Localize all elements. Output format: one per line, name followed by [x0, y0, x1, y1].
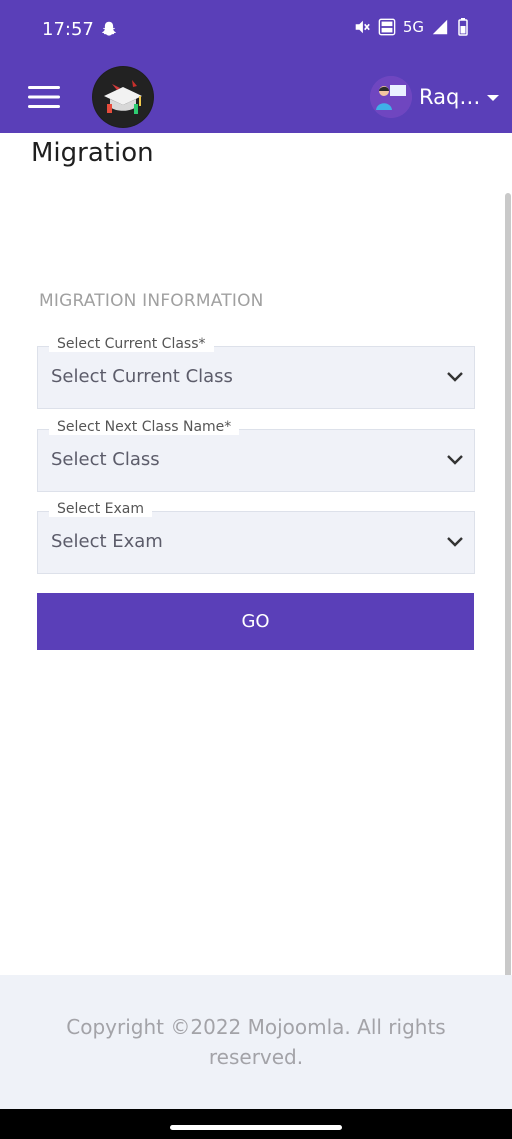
status-time: 17:57: [42, 19, 94, 40]
page-title: Migration: [31, 138, 154, 168]
home-indicator[interactable]: [170, 1125, 342, 1130]
current-class-select[interactable]: Select Current Class* Select Current Cla…: [37, 336, 475, 409]
status-icons: 5G: [353, 18, 468, 36]
field-value: Select Current Class: [51, 366, 233, 387]
chevron-down-icon: [447, 372, 463, 382]
app-header: 17:57 5G Raq…: [0, 0, 512, 133]
user-name[interactable]: Raq…: [419, 85, 480, 109]
app-logo[interactable]: [92, 66, 154, 128]
menu-icon[interactable]: [28, 85, 60, 109]
field-label: Select Next Class Name*: [49, 419, 240, 435]
go-button[interactable]: GO: [37, 593, 474, 650]
exam-select[interactable]: Select Exam Select Exam: [37, 501, 475, 574]
next-class-select[interactable]: Select Next Class Name* Select Class: [37, 419, 475, 492]
scrollbar[interactable]: [505, 193, 511, 983]
network-type: 5G: [402, 18, 424, 36]
field-label: Select Exam: [49, 501, 152, 517]
system-nav-bar: [0, 1109, 512, 1139]
mute-icon: [355, 20, 370, 34]
field-value: Select Exam: [51, 531, 163, 552]
signal-icon: [432, 19, 448, 35]
section-title: MIGRATION INFORMATION: [39, 291, 264, 311]
teacher-avatar-icon: [370, 76, 412, 118]
caret-down-icon[interactable]: [486, 93, 500, 103]
user-avatar[interactable]: [370, 76, 412, 118]
field-value: Select Class: [51, 449, 160, 470]
chevron-down-icon: [447, 537, 463, 547]
battery-icon: [458, 18, 468, 36]
graduation-cap-icon: [93, 67, 153, 127]
status-bar: 17:57 5G: [0, 0, 512, 60]
snapchat-icon: [101, 21, 117, 36]
field-label: Select Current Class*: [49, 336, 214, 352]
copyright-text: Copyright ©2022 Mojoomla. All rights res…: [66, 1015, 446, 1069]
volte-icon: [378, 18, 396, 36]
chevron-down-icon: [447, 455, 463, 465]
